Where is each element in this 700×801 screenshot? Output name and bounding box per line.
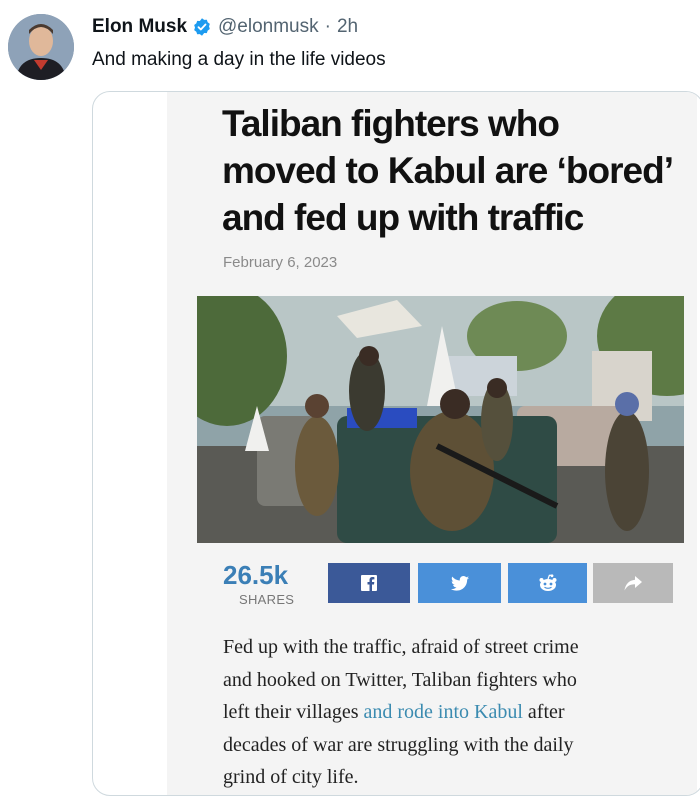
- article-screenshot: Taliban fighters who moved to Kabul are …: [167, 92, 697, 795]
- body-line: decades of war are struggling with the d…: [223, 733, 574, 756]
- avatar-image: [8, 14, 74, 80]
- share-count: 26.5k: [223, 560, 289, 590]
- avatar[interactable]: [8, 14, 74, 80]
- timestamp[interactable]: 2h: [337, 16, 358, 38]
- body-text-fragment: left their villages: [223, 701, 364, 723]
- share-arrow-icon: [624, 575, 642, 590]
- body-text-fragment: after: [522, 701, 565, 723]
- share-more-button[interactable]: [593, 563, 673, 603]
- article-body: Fed up with the traffic, afraid of stree…: [223, 631, 683, 794]
- reddit-share-button[interactable]: [508, 563, 587, 603]
- article-date: February 6, 2023: [223, 254, 338, 271]
- body-line: grind of city life.: [223, 766, 359, 788]
- body-line: and hooked on Twitter, Taliban fighters …: [223, 668, 577, 691]
- facebook-icon: [361, 575, 377, 591]
- reddit-icon: [539, 574, 556, 591]
- share-bar: 26.5k SHARES: [197, 558, 684, 608]
- display-name[interactable]: Elon Musk: [92, 16, 187, 38]
- handle[interactable]: @elonmusk: [218, 16, 319, 38]
- tweet-author-row: Elon Musk @elonmusk · 2h: [92, 16, 358, 38]
- article-inline-link[interactable]: and rode into Kabul: [364, 701, 523, 723]
- twitter-icon: [450, 575, 469, 591]
- tweet-text: And making a day in the life videos: [92, 49, 386, 70]
- facebook-share-button[interactable]: [328, 563, 410, 603]
- body-line: Fed up with the traffic, afraid of stree…: [223, 636, 579, 658]
- article-headline: Taliban fighters who moved to Kabul are …: [222, 100, 682, 241]
- headline-line: and fed up with traffic: [222, 197, 584, 238]
- headline-line: moved to Kabul are ‘bored’: [222, 150, 674, 191]
- tweet-media-card[interactable]: Taliban fighters who moved to Kabul are …: [92, 91, 700, 796]
- body-line: left their villages and rode into Kabul …: [223, 696, 683, 729]
- separator: ·: [324, 16, 331, 37]
- tweet-header: Elon Musk @elonmusk · 2h And making a da…: [0, 0, 700, 90]
- headline-line: Taliban fighters who: [222, 103, 560, 144]
- share-label: SHARES: [239, 592, 295, 607]
- verified-badge-icon: [194, 18, 210, 36]
- twitter-share-button[interactable]: [418, 563, 501, 603]
- news-photo: [197, 296, 684, 543]
- news-photo-image: [197, 296, 684, 543]
